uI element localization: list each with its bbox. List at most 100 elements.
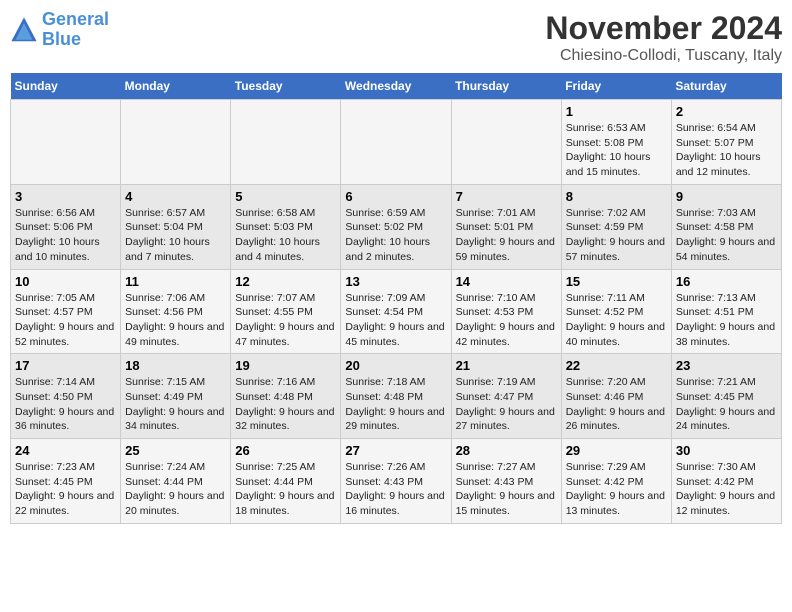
day-number: 5 [235,189,336,204]
calendar-cell: 18 Sunrise: 7:15 AM Sunset: 4:49 PM Dayli… [121,354,231,439]
day-number: 20 [345,358,446,373]
day-info: Sunrise: 7:16 AM Sunset: 4:48 PM Dayligh… [235,375,336,434]
main-title: November 2024 [545,10,782,47]
day-info: Sunrise: 7:13 AM Sunset: 4:51 PM Dayligh… [676,291,777,350]
calendar-cell [231,100,341,185]
day-info: Sunrise: 7:19 AM Sunset: 4:47 PM Dayligh… [456,375,557,434]
header-day-friday: Friday [561,73,671,100]
header-day-tuesday: Tuesday [231,73,341,100]
calendar-week-row: 10 Sunrise: 7:05 AM Sunset: 4:57 PM Dayli… [11,269,782,354]
calendar-cell: 13Sunrise: 7:09 AM Sunset: 4:54 PM Dayli… [341,269,451,354]
calendar-cell: 19 Sunrise: 7:16 AM Sunset: 4:48 PM Dayli… [231,354,341,439]
day-info: Sunrise: 6:57 AM Sunset: 5:04 PM Dayligh… [125,206,226,265]
calendar-cell: 27 Sunrise: 7:26 AM Sunset: 4:43 PM Dayli… [341,439,451,524]
day-info: Sunrise: 7:20 AM Sunset: 4:46 PM Dayligh… [566,375,667,434]
calendar-cell: 21 Sunrise: 7:19 AM Sunset: 4:47 PM Dayli… [451,354,561,439]
day-number: 11 [125,274,226,289]
calendar-week-row: 24 Sunrise: 7:23 AM Sunset: 4:45 PM Dayli… [11,439,782,524]
day-number: 25 [125,443,226,458]
day-number: 4 [125,189,226,204]
calendar-week-row: 3Sunrise: 6:56 AM Sunset: 5:06 PM Daylig… [11,184,782,269]
calendar-week-row: 1 Sunrise: 6:53 AM Sunset: 5:08 PM Daylig… [11,100,782,185]
calendar-cell: 5 Sunrise: 6:58 AM Sunset: 5:03 PM Daylig… [231,184,341,269]
calendar-cell: 10 Sunrise: 7:05 AM Sunset: 4:57 PM Dayli… [11,269,121,354]
calendar-cell: 24 Sunrise: 7:23 AM Sunset: 4:45 PM Dayli… [11,439,121,524]
day-number: 13 [345,274,446,289]
calendar-cell: 2 Sunrise: 6:54 AM Sunset: 5:07 PM Daylig… [671,100,781,185]
calendar-cell: 15 Sunrise: 7:11 AM Sunset: 4:52 PM Dayli… [561,269,671,354]
day-number: 24 [15,443,116,458]
calendar-cell: 8 Sunrise: 7:02 AM Sunset: 4:59 PM Daylig… [561,184,671,269]
day-info: Sunrise: 6:58 AM Sunset: 5:03 PM Dayligh… [235,206,336,265]
day-number: 27 [345,443,446,458]
calendar-cell: 30 Sunrise: 7:30 AM Sunset: 4:42 PM Dayli… [671,439,781,524]
day-number: 28 [456,443,557,458]
day-number: 6 [345,189,446,204]
day-number: 16 [676,274,777,289]
day-info: Sunrise: 7:06 AM Sunset: 4:56 PM Dayligh… [125,291,226,350]
logo-line2: Blue [42,29,81,49]
day-number: 19 [235,358,336,373]
day-number: 29 [566,443,667,458]
calendar-cell: 4 Sunrise: 6:57 AM Sunset: 5:04 PM Daylig… [121,184,231,269]
day-number: 7 [456,189,557,204]
calendar-table: SundayMondayTuesdayWednesdayThursdayFrid… [10,73,782,524]
day-info: Sunrise: 7:11 AM Sunset: 4:52 PM Dayligh… [566,291,667,350]
day-number: 3 [15,189,116,204]
day-info: Sunrise: 7:07 AM Sunset: 4:55 PM Dayligh… [235,291,336,350]
day-number: 12 [235,274,336,289]
day-number: 22 [566,358,667,373]
sub-title: Chiesino-Collodi, Tuscany, Italy [545,47,782,65]
header-day-sunday: Sunday [11,73,121,100]
day-number: 14 [456,274,557,289]
day-info: Sunrise: 7:21 AM Sunset: 4:45 PM Dayligh… [676,375,777,434]
calendar-cell: 29 Sunrise: 7:29 AM Sunset: 4:42 PM Dayli… [561,439,671,524]
logo-text: General Blue [42,10,109,50]
day-info: Sunrise: 7:30 AM Sunset: 4:42 PM Dayligh… [676,460,777,519]
day-info: Sunrise: 7:18 AM Sunset: 4:48 PM Dayligh… [345,375,446,434]
day-number: 8 [566,189,667,204]
day-info: Sunrise: 7:25 AM Sunset: 4:44 PM Dayligh… [235,460,336,519]
day-info: Sunrise: 7:23 AM Sunset: 4:45 PM Dayligh… [15,460,116,519]
day-info: Sunrise: 7:15 AM Sunset: 4:49 PM Dayligh… [125,375,226,434]
title-block: November 2024 Chiesino-Collodi, Tuscany,… [545,10,782,65]
header: General Blue November 2024 Chiesino-Coll… [10,10,782,65]
day-number: 1 [566,104,667,119]
calendar-cell: 1 Sunrise: 6:53 AM Sunset: 5:08 PM Daylig… [561,100,671,185]
calendar-cell: 17Sunrise: 7:14 AM Sunset: 4:50 PM Dayli… [11,354,121,439]
header-day-saturday: Saturday [671,73,781,100]
day-info: Sunrise: 7:14 AM Sunset: 4:50 PM Dayligh… [15,375,116,434]
calendar-cell: 28 Sunrise: 7:27 AM Sunset: 4:43 PM Dayli… [451,439,561,524]
logo-line1: General [42,9,109,29]
day-info: Sunrise: 6:59 AM Sunset: 5:02 PM Dayligh… [345,206,446,265]
day-info: Sunrise: 6:54 AM Sunset: 5:07 PM Dayligh… [676,121,777,180]
calendar-cell: 7 Sunrise: 7:01 AM Sunset: 5:01 PM Daylig… [451,184,561,269]
day-number: 10 [15,274,116,289]
calendar-header-row: SundayMondayTuesdayWednesdayThursdayFrid… [11,73,782,100]
day-info: Sunrise: 7:01 AM Sunset: 5:01 PM Dayligh… [456,206,557,265]
day-number: 9 [676,189,777,204]
day-info: Sunrise: 6:53 AM Sunset: 5:08 PM Dayligh… [566,121,667,180]
day-info: Sunrise: 7:26 AM Sunset: 4:43 PM Dayligh… [345,460,446,519]
day-info: Sunrise: 7:29 AM Sunset: 4:42 PM Dayligh… [566,460,667,519]
calendar-cell [341,100,451,185]
header-day-thursday: Thursday [451,73,561,100]
day-number: 2 [676,104,777,119]
day-number: 30 [676,443,777,458]
day-number: 26 [235,443,336,458]
logo-icon [10,16,38,44]
calendar-cell [121,100,231,185]
calendar-cell: 25Sunrise: 7:24 AM Sunset: 4:44 PM Dayli… [121,439,231,524]
header-day-wednesday: Wednesday [341,73,451,100]
calendar-cell: 23 Sunrise: 7:21 AM Sunset: 4:45 PM Dayli… [671,354,781,439]
calendar-cell: 3Sunrise: 6:56 AM Sunset: 5:06 PM Daylig… [11,184,121,269]
day-number: 21 [456,358,557,373]
day-number: 23 [676,358,777,373]
calendar-cell: 9 Sunrise: 7:03 AM Sunset: 4:58 PM Daylig… [671,184,781,269]
day-number: 18 [125,358,226,373]
day-info: Sunrise: 7:05 AM Sunset: 4:57 PM Dayligh… [15,291,116,350]
day-number: 15 [566,274,667,289]
day-info: Sunrise: 7:03 AM Sunset: 4:58 PM Dayligh… [676,206,777,265]
day-info: Sunrise: 7:02 AM Sunset: 4:59 PM Dayligh… [566,206,667,265]
day-info: Sunrise: 7:27 AM Sunset: 4:43 PM Dayligh… [456,460,557,519]
